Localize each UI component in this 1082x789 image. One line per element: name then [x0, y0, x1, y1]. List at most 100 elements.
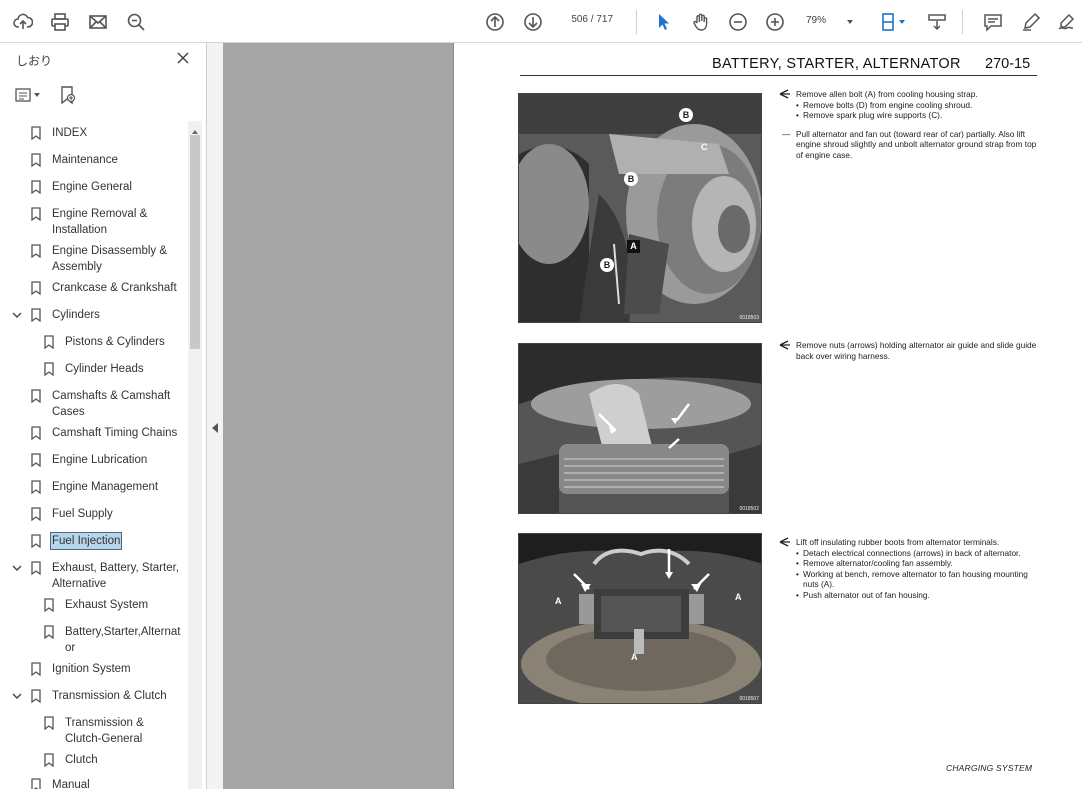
comment-icon[interactable]	[980, 9, 1006, 35]
bookmark-item-transmission-general-cont[interactable]: Clutch-General	[0, 731, 188, 747]
bookmark-item-engine-disassembly-cont[interactable]: Assembly	[0, 259, 188, 275]
hand-tool-icon[interactable]	[688, 9, 714, 35]
step-text: Pull alternator and fan out (toward rear…	[796, 128, 1037, 160]
print-icon[interactable]	[47, 9, 73, 35]
zoom-dropdown-chevron-icon[interactable]	[840, 9, 860, 35]
bookmark-icon	[44, 625, 54, 639]
options-menu-icon[interactable]	[14, 84, 42, 106]
callout-c: C	[701, 142, 708, 152]
panel-title: しおり	[16, 54, 53, 68]
zoom-search-icon[interactable]	[123, 9, 149, 35]
page-fit-icon[interactable]	[876, 9, 910, 35]
bookmark-label: Cylinders	[52, 309, 100, 321]
scroll-up-arrow-icon[interactable]	[191, 123, 199, 134]
pdf-page: BATTERY, STARTER, ALTERNATOR 270-15 B B …	[453, 43, 1082, 789]
bookmark-label: or	[65, 642, 76, 654]
highlight-pen-icon[interactable]	[1018, 9, 1044, 35]
bookmark-item-camshaft-timing-chains[interactable]: Camshaft Timing Chains	[0, 425, 188, 441]
bookmark-label: Engine Disassembly &	[52, 245, 168, 257]
next-page-icon[interactable]	[520, 9, 546, 35]
bookmark-item-battery-starter-cont[interactable]: or	[0, 640, 188, 656]
step-arrow-icon	[779, 537, 790, 547]
page-number-input[interactable]	[562, 14, 588, 25]
select-pointer-icon[interactable]	[650, 9, 676, 35]
edit-sign-icon[interactable]	[1054, 9, 1080, 35]
bookmark-item-engine-management[interactable]: Engine Management	[0, 479, 188, 495]
instruction-block-3: Lift off insulating rubber boots from al…	[779, 537, 1039, 601]
bookmark-item-fuel-supply[interactable]: Fuel Supply	[0, 506, 188, 522]
scrolling-mode-icon[interactable]	[924, 9, 950, 35]
bookmark-icon	[44, 753, 54, 767]
bookmark-label: Engine Management	[52, 481, 159, 493]
bookmark-item-transmission-clutch[interactable]: Transmission & Clutch	[0, 688, 188, 704]
chevron-down-icon[interactable]	[12, 563, 22, 573]
engine-photo-1: B B C A B 0018503	[518, 93, 762, 323]
bookmark-icon	[31, 561, 41, 575]
bookmark-item-cylinder-heads[interactable]: Cylinder Heads	[0, 361, 188, 377]
bookmark-item-engine-lubrication[interactable]: Engine Lubrication	[0, 452, 188, 468]
photo-code: 0018503	[739, 315, 759, 321]
total-pages: / 717	[590, 14, 614, 25]
previous-page-icon[interactable]	[482, 9, 508, 35]
callout-a: A	[627, 240, 640, 253]
bookmark-item-engine-general[interactable]: Engine General	[0, 179, 188, 195]
bookmark-item-fuel-injection[interactable]: Fuel Injection	[0, 532, 188, 550]
bookmark-item-crankcase[interactable]: Crankcase & Crankshaft	[0, 280, 188, 296]
bookmark-item-exhaust-system[interactable]: Exhaust System	[0, 597, 188, 613]
bookmark-icon	[31, 689, 41, 703]
bookmarks-scrollbar[interactable]	[188, 121, 202, 789]
bookmark-label: INDEX	[52, 127, 88, 139]
bullet-list: Remove bolts (D) from engine cooling shr…	[779, 100, 1039, 121]
bookmark-label: Engine General	[52, 181, 132, 193]
page-footer: CHARGING SYSTEM	[946, 763, 1033, 773]
bookmark-item-manual[interactable]: Manual	[0, 777, 188, 789]
bookmark-label: Transmission & Clutch	[52, 690, 167, 702]
scroll-thumb[interactable]	[190, 135, 200, 349]
bookmark-item-ignition-system[interactable]: Ignition System	[0, 661, 188, 677]
bullet-item: Remove bolts (D) from engine cooling shr…	[796, 100, 1039, 111]
zoom-level[interactable]: 79%	[806, 15, 826, 26]
collapse-panel-arrow-icon[interactable]	[211, 421, 219, 433]
panel-toolbar	[14, 83, 82, 107]
document-canvas	[223, 43, 453, 789]
bookmark-icon	[31, 426, 41, 440]
bookmark-item-engine-disassembly[interactable]: Engine Disassembly &	[0, 243, 188, 259]
bookmark-item-clutch[interactable]: Clutch	[0, 752, 188, 768]
close-icon[interactable]	[174, 49, 192, 67]
bookmark-label: Cylinder Heads	[65, 363, 144, 375]
callout-a: A	[631, 652, 638, 662]
bookmark-item-battery-starter[interactable]: Battery,Starter,Alternat	[0, 624, 188, 640]
zoom-in-icon[interactable]	[762, 9, 788, 35]
bookmark-icon	[31, 308, 41, 322]
bookmark-icon	[31, 126, 41, 140]
bookmark-item-exhaust-battery-cont[interactable]: Alternative	[0, 576, 188, 592]
bookmark-item-camshafts[interactable]: Camshafts & Camshaft	[0, 388, 188, 404]
bookmark-item-pistons-cylinders[interactable]: Pistons & Cylinders	[0, 334, 188, 350]
callout-b: B	[624, 172, 638, 186]
bookmark-item-cylinders[interactable]: Cylinders	[0, 307, 188, 323]
bookmark-icon	[44, 335, 54, 349]
callout-a: A	[735, 592, 742, 602]
bookmark-icon	[31, 662, 41, 676]
chevron-down-icon[interactable]	[12, 691, 22, 701]
bookmark-item-exhaust-battery[interactable]: Exhaust, Battery, Starter,	[0, 560, 188, 576]
bookmark-label: Transmission &	[65, 717, 144, 729]
bookmark-item-camshafts-cont[interactable]: Cases	[0, 404, 188, 420]
step-arrow-icon	[779, 340, 790, 350]
mail-icon[interactable]	[85, 9, 111, 35]
panel-splitter[interactable]	[207, 43, 223, 789]
bookmark-item-maintenance[interactable]: Maintenance	[0, 152, 188, 168]
bookmark-item-transmission-general[interactable]: Transmission &	[0, 715, 188, 731]
bookmark-label: Alternative	[52, 578, 107, 590]
bookmark-label: Fuel Injection	[49, 532, 123, 550]
chevron-down-icon[interactable]	[12, 310, 22, 320]
bullet-item: Remove alternator/cooling fan assembly.	[796, 558, 1039, 569]
bookmark-item-index[interactable]: INDEX	[0, 125, 188, 141]
upload-cloud-icon[interactable]	[10, 9, 36, 35]
bookmark-label: Engine Removal &	[52, 208, 148, 220]
zoom-out-icon[interactable]	[725, 9, 751, 35]
bookmark-item-engine-removal-cont[interactable]: Installation	[0, 222, 188, 238]
add-bookmark-icon[interactable]	[54, 84, 82, 106]
bookmark-label: Pistons & Cylinders	[65, 336, 165, 348]
bookmark-item-engine-removal[interactable]: Engine Removal &	[0, 206, 188, 222]
